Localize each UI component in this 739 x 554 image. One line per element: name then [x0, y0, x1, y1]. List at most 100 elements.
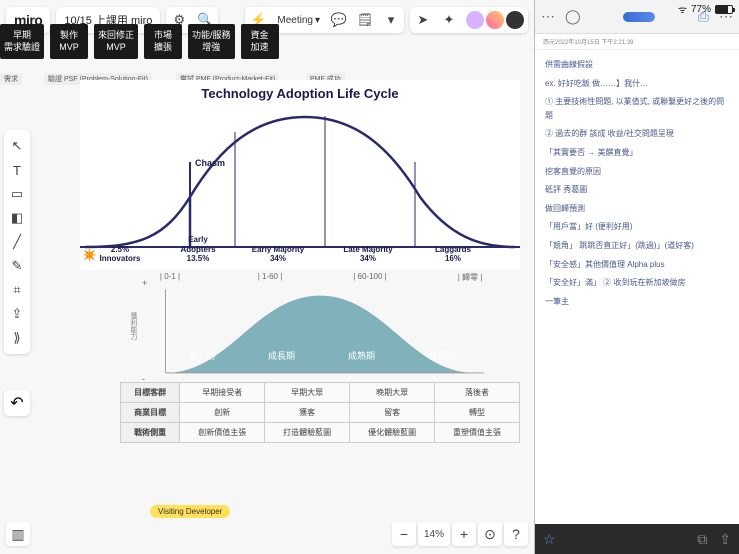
star-icon: ✴️ — [82, 248, 97, 262]
note-line: ① 主要技術性問題, 以業值式, 或聯繫更好之後的問題 — [545, 95, 729, 122]
zoom-out-button[interactable]: − — [392, 522, 416, 546]
miro-pane: miro 10/15 上課用 miro ⚙ 🔍 ⚡ Meeting ▾ 💬 🗒 … — [0, 0, 534, 554]
battery-percent: 77% — [691, 4, 711, 15]
frame-tool-icon[interactable]: ⌗ — [4, 278, 30, 302]
zoom-controls: − 14% + ⊙ ? — [392, 522, 528, 546]
stage-card[interactable]: 來回修正MVP — [94, 24, 138, 59]
star-icon[interactable]: ☆ — [543, 531, 556, 548]
table-cell: 轉型 — [435, 403, 520, 423]
avatar[interactable] — [486, 11, 504, 29]
table-cell: 落後者 — [435, 383, 520, 403]
segment-label: Laggards16% — [418, 245, 488, 264]
phase-tag: 需求 — [0, 73, 22, 85]
note-line: 「其實要否 → 美饌直覺」 — [545, 146, 729, 160]
note-line: 做回歸預測 — [545, 202, 729, 216]
share-icon[interactable]: ⇪ — [719, 531, 731, 548]
note-line: 「安全感」其他價值理 Alpha plus — [545, 258, 729, 272]
phase-label: 衰退期 — [428, 349, 455, 362]
notes-pane: ᯤ 77% ⋯ ◯ ⎙ ⋯ 西元2022年10月15日 下午2:21:39 供需… — [534, 0, 739, 554]
text-tool-icon[interactable]: T — [4, 158, 30, 182]
note-line: 供需曲線假設 — [545, 58, 729, 72]
table-cell: 早期大眾 — [265, 383, 350, 403]
reactions-icon[interactable]: ✦ — [436, 7, 462, 33]
chevron-down-icon[interactable]: ▾ — [378, 7, 404, 33]
adoption-chart: Technology Adoption Life Cycle Chasm 2.5… — [80, 80, 520, 270]
avatar[interactable] — [466, 11, 484, 29]
ipad-status-bar: ᯤ 77% — [678, 2, 733, 16]
stage-card[interactable]: 製作MVP — [50, 24, 88, 59]
more-icon[interactable]: ⋯ — [541, 8, 555, 25]
note-line: 挖客直覺的原因 — [545, 165, 729, 179]
cursor-pill: ➤ ✦ — [410, 7, 528, 33]
note-line: ② 過去的群 該成 收益/社交問題呈現 — [545, 127, 729, 141]
undo-button[interactable]: ↶ — [4, 390, 30, 416]
line-tool-icon[interactable]: ╱ — [4, 230, 30, 254]
table-cell: 創新價值主張 — [180, 423, 265, 443]
table-cell: 早期接受者 — [180, 383, 265, 403]
phase-label: 導入期 — [188, 349, 215, 362]
table-cell: 留客 — [350, 403, 435, 423]
pencil-tool[interactable] — [623, 12, 655, 22]
table-row-header: 戰術側重 — [121, 423, 180, 443]
sticky-tool-icon[interactable]: ▭ — [4, 182, 30, 206]
stage-cards-row: 早期需求驗證製作MVP來回修正MVP市場擴張功能/服務增強資金加速 — [0, 24, 279, 59]
lifecycle-chart: | 0-1 || 1-60 || 60-100 || 歸零 | 獲利能力 + -… — [120, 272, 520, 443]
frames-panel-icon[interactable]: ▥ — [6, 522, 30, 546]
chasm-label: Chasm — [195, 158, 225, 168]
segment-label: Early Majority34% — [238, 245, 318, 264]
notes-footer: ☆ ⧉ ⇪ — [535, 524, 739, 554]
note-body[interactable]: 供需曲線假設 ex. 好好吃飯 做……】我什… ① 主要技術性問題, 以業值式, … — [535, 50, 739, 321]
segment-label: Late Majority34% — [328, 245, 408, 264]
table-cell: 晚期大眾 — [350, 383, 435, 403]
note-line: 「用戶當」好 (便利好用) — [545, 220, 729, 234]
phase-label: 成熟期 — [348, 349, 375, 362]
adoption-curve-svg — [80, 102, 520, 252]
zoom-in-button[interactable]: + — [452, 522, 476, 546]
table-row-header: 商業目標 — [121, 403, 180, 423]
fit-button[interactable]: ⊙ — [478, 522, 502, 546]
help-button[interactable]: ? — [504, 522, 528, 546]
segment-label: 2.5%Innovators — [90, 245, 150, 264]
miro-canvas[interactable]: Technology Adoption Life Cycle Chasm 2.5… — [40, 60, 524, 514]
battery-icon — [715, 5, 733, 14]
visiting-developer-sticker[interactable]: Visiting Developer — [150, 505, 230, 518]
chart2-ylabel: 獲利能力 — [128, 312, 138, 340]
upload-tool-icon[interactable]: ⇪ — [4, 302, 30, 326]
pointer-icon[interactable]: ➤ — [410, 7, 436, 33]
note-line: 砥評 秀葛圖 — [545, 183, 729, 197]
chart1-title: Technology Adoption Life Cycle — [80, 80, 520, 101]
lifecycle-table: 目標客群早期接受者早期大眾晚期大眾落後者商業目標創新獲客留客轉型戰術側重創新價值… — [120, 382, 520, 443]
note-timestamp: 西元2022年10月15日 下午2:21:39 — [535, 34, 739, 50]
stage-card[interactable]: 早期需求驗證 — [0, 24, 44, 59]
select-tool-icon[interactable]: ↖ — [4, 134, 30, 158]
lifecycle-curve-svg — [120, 282, 520, 382]
more-tools-icon[interactable]: ⟫ — [4, 326, 30, 350]
note-line: ex. 好好吃飯 做……】我什… — [545, 77, 729, 91]
stage-card[interactable]: 功能/服務增強 — [188, 24, 235, 59]
avatar[interactable] — [506, 11, 524, 29]
table-cell: 打造體驗藍圖 — [265, 423, 350, 443]
phase-label: 成長期 — [268, 349, 295, 362]
note-line: 「安全好」滿」 ② 收到玩在新加坡做房 — [545, 276, 729, 290]
table-cell: 優化體驗藍圖 — [350, 423, 435, 443]
table-row-header: 目標客群 — [121, 383, 180, 403]
tool-rail: ↖ T ▭ ◧ ╱ ✎ ⌗ ⇪ ⟫ — [4, 130, 30, 354]
zoom-percent[interactable]: 14% — [418, 522, 450, 546]
note-line: 「競角」 跳跳否直正好」(跳過)」(道好客) — [545, 239, 729, 253]
miro-bottombar: ▥ − 14% + ⊙ ? — [6, 520, 528, 548]
segment-label: EarlyAdopters13.5% — [168, 235, 228, 264]
shape-tool-icon[interactable]: ◧ — [4, 206, 30, 230]
note-icon[interactable]: 🗒 — [352, 7, 378, 33]
wifi-icon: ᯤ — [678, 2, 687, 16]
note-line: 一筆主 — [545, 295, 729, 309]
comment-icon[interactable]: 💬 — [326, 7, 352, 33]
avatars[interactable] — [462, 11, 528, 29]
table-cell: 創新 — [180, 403, 265, 423]
stage-card[interactable]: 市場擴張 — [144, 24, 182, 59]
stage-card[interactable]: 資金加速 — [241, 24, 279, 59]
lasso-icon[interactable]: ◯ — [565, 8, 581, 25]
table-cell: 獲客 — [265, 403, 350, 423]
copy-icon[interactable]: ⧉ — [697, 531, 707, 548]
meeting-button[interactable]: Meeting ▾ — [271, 15, 326, 26]
pen-tool-icon[interactable]: ✎ — [4, 254, 30, 278]
